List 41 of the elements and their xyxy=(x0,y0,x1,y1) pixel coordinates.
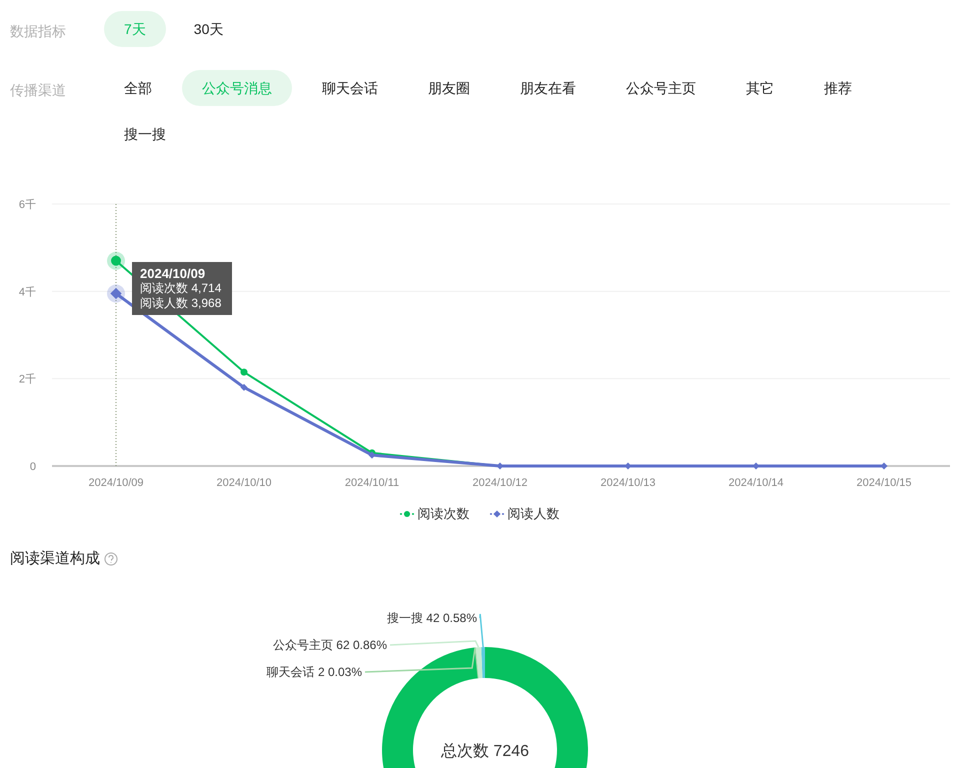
data-point xyxy=(496,462,504,470)
filter-label: 传播渠道 xyxy=(9,81,67,100)
slice-label: 搜一搜 42 0.58% xyxy=(386,611,477,625)
axis-label: 2024/10/09 xyxy=(88,477,144,489)
filter-tab[interactable]: 朋友圈 xyxy=(408,70,490,106)
axis-label: 2024/10/15 xyxy=(856,477,912,489)
axis-label: 2024/10/14 xyxy=(728,477,784,489)
filter-tab[interactable]: 推荐 xyxy=(804,70,872,106)
data-point xyxy=(107,252,125,270)
legend-icon xyxy=(400,510,414,518)
slice-label: 聊天会话 2 0.03% xyxy=(266,665,362,679)
filter-label: 数据指标 xyxy=(9,22,67,40)
filter-tab[interactable]: 30天 xyxy=(174,11,244,47)
data-point xyxy=(107,284,125,303)
slice-label: 公众号主页 62 0.86% xyxy=(272,638,387,652)
section-title: 阅读渠道构成 xyxy=(10,548,100,568)
legend-item[interactable]: 阅读次数 xyxy=(400,504,470,524)
tooltip-text: 阅读次数 4,714 xyxy=(140,281,222,296)
tooltip-title: 2024/10/09 xyxy=(140,266,206,281)
data-point xyxy=(880,462,888,470)
axis-label: 2千 xyxy=(18,374,36,386)
filter-tab[interactable]: 搜一搜 xyxy=(104,116,186,152)
legend-icon xyxy=(490,510,504,518)
axis-label: 2024/10/13 xyxy=(600,477,656,489)
axis-label: 2024/10/12 xyxy=(472,477,528,489)
filter-tab[interactable]: 朋友在看 xyxy=(500,70,596,106)
axis-label: 0 xyxy=(30,461,36,473)
axis-label: 2024/10/11 xyxy=(344,477,400,489)
help-icon[interactable] xyxy=(104,552,118,566)
filter-tab[interactable]: 全部 xyxy=(104,70,172,106)
axis-label: 2024/10/10 xyxy=(216,477,272,489)
axis-label: 4千 xyxy=(18,286,36,298)
filter-tab[interactable]: 公众号主页 xyxy=(606,70,716,106)
legend-item[interactable]: 阅读人数 xyxy=(490,504,560,524)
data-point xyxy=(240,384,248,391)
filter-tab[interactable]: 聊天会话 xyxy=(302,70,398,106)
data-point xyxy=(240,368,248,376)
axis-label: 6千 xyxy=(18,199,36,211)
tooltip-text: 阅读人数 3,968 xyxy=(140,296,222,311)
filter-tab[interactable]: 其它 xyxy=(726,70,794,106)
donut-total: 总次数 7246 xyxy=(440,742,530,762)
